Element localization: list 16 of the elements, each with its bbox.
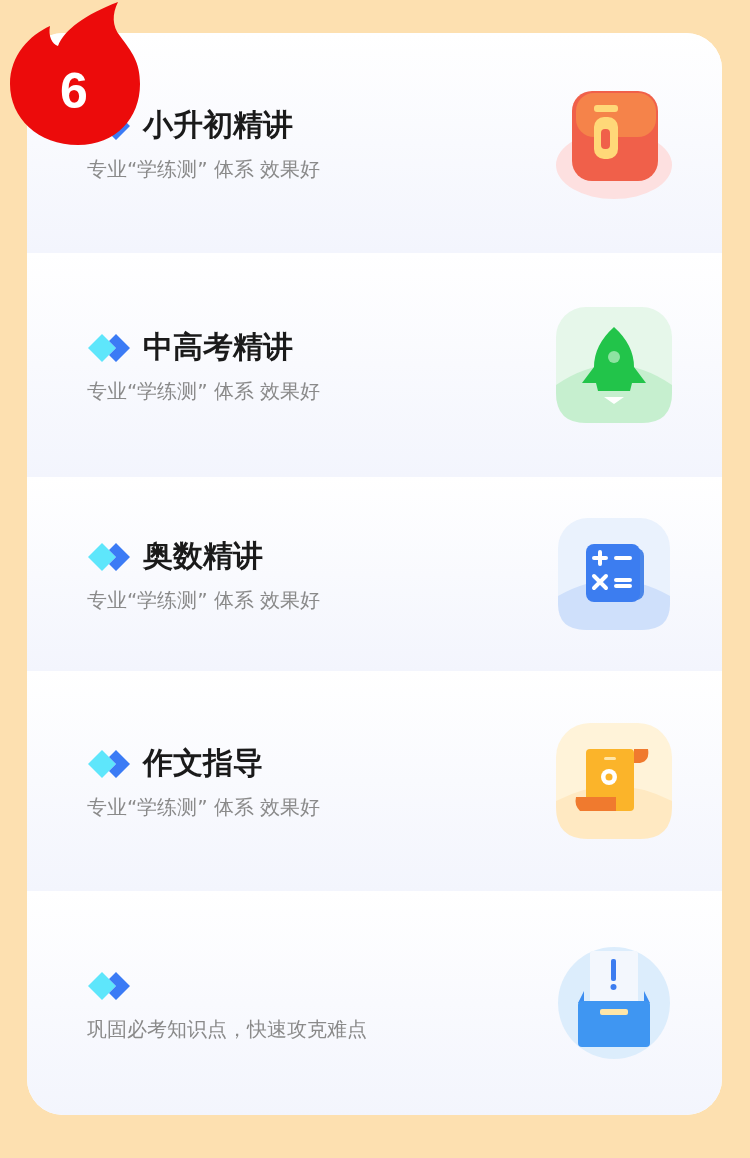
course-subtitle: 专业“学练测” 体系 效果好 — [87, 155, 321, 183]
course-subtitle: 专业“学练测” 体系 效果好 — [87, 793, 321, 821]
course-subtitle: 专业“学练测” 体系 效果好 — [87, 377, 321, 405]
diamond-icon — [87, 748, 131, 779]
course-title: 奥数精讲 — [143, 537, 263, 575]
course-title: 中高考精讲 — [143, 328, 293, 366]
rank-number: 6 — [59, 62, 89, 120]
course-subtitle: 巩固必考知识点，快速攻克难点 — [87, 1015, 367, 1043]
course-title: 作文指导 — [143, 744, 263, 782]
diamond-icon — [87, 332, 131, 363]
course-title: 小升初精讲 — [143, 106, 293, 144]
diamond-icon — [87, 541, 131, 572]
diamond-icon — [87, 970, 131, 1001]
rocket-icon — [554, 305, 674, 425]
scroll-icon — [554, 721, 674, 841]
course-subtitle: 专业“学练测” 体系 效果好 — [87, 586, 321, 614]
